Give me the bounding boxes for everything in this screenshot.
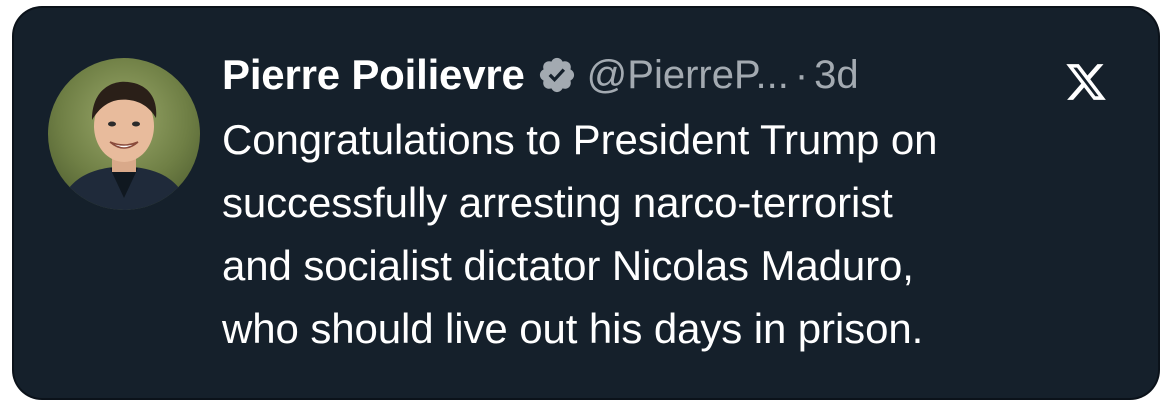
tweet-card[interactable]: Pierre Poilievre @PierreP... · 3d Congra… bbox=[14, 8, 1158, 398]
avatar[interactable] bbox=[48, 58, 200, 210]
author-name[interactable]: Pierre Poilievre bbox=[222, 51, 525, 99]
author-handle[interactable]: @PierreP... bbox=[587, 53, 789, 98]
timestamp[interactable]: 3d bbox=[814, 53, 859, 98]
tweet-content: Pierre Poilievre @PierreP... · 3d Congra… bbox=[222, 44, 1122, 360]
separator-dot: · bbox=[794, 52, 809, 97]
verified-badge-icon bbox=[537, 55, 577, 95]
x-logo-icon[interactable] bbox=[1064, 60, 1108, 104]
tweet-header: Pierre Poilievre @PierreP... · 3d bbox=[222, 44, 1122, 106]
tweet-text: Congratulations to President Trump on su… bbox=[222, 116, 938, 352]
